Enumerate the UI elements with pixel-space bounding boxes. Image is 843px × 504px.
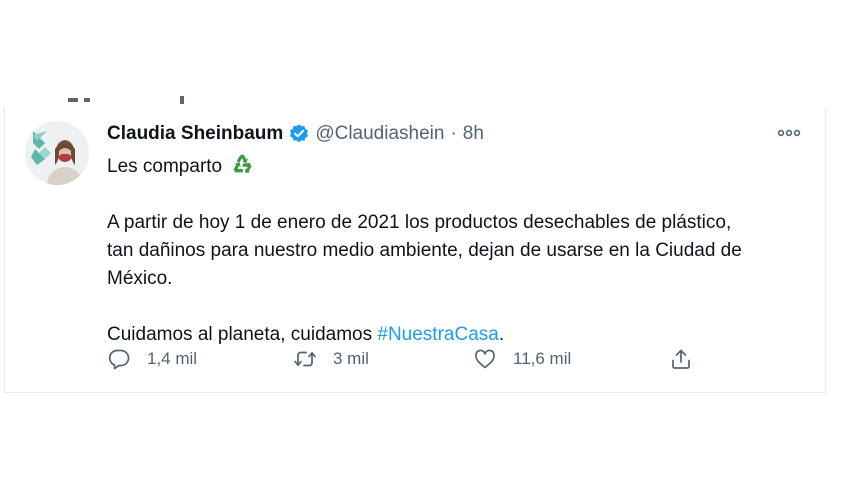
avatar-image (25, 121, 89, 185)
like-count: 11,6 mil (513, 349, 572, 368)
avatar[interactable] (25, 121, 89, 185)
heart-icon (475, 349, 495, 369)
retweet-button[interactable]: 3 mil (293, 344, 369, 374)
tweet-text-closing: Cuidamos al planeta, cuidamos (107, 324, 378, 345)
author-name[interactable]: Claudia Sheinbaum (107, 123, 283, 145)
tweet-text-line: Les comparto (107, 152, 807, 181)
reply-icon (108, 349, 130, 370)
recycle-icon (234, 154, 253, 174)
tweet-text-period: . (498, 324, 505, 345)
separator-dot: · (450, 123, 457, 144)
share-icon (672, 349, 690, 369)
share-button[interactable] (669, 344, 693, 374)
tweet-text-line: tan dañinos para nuestro medio ambiente,… (107, 240, 742, 261)
author-handle[interactable]: @Claudiashein (315, 123, 444, 145)
more-icon[interactable] (775, 122, 803, 144)
tweet-header: Claudia Sheinbaum @Claudiashein · 8h (107, 122, 484, 146)
hashtag-link[interactable]: #NuestraCasa (377, 324, 498, 345)
tweet-text-intro: Les comparto (107, 156, 223, 177)
like-button[interactable]: 11,6 mil (473, 344, 571, 374)
tweet-text: Les comparto A partir de hoy 1 de enero … (107, 152, 807, 349)
tweet-time[interactable]: 8h (463, 123, 484, 145)
reply-button[interactable]: 1,4 mil (107, 344, 197, 374)
tweet-card[interactable]: Claudia Sheinbaum @Claudiashein · 8h Les… (4, 108, 826, 393)
retweet-count: 3 mil (333, 349, 369, 368)
retweet-icon (294, 351, 316, 367)
tweet-actions: 1,4 mil 3 mil 11,6 mil (107, 344, 707, 374)
reply-count: 1,4 mil (147, 349, 198, 368)
tweet-text-line: México. (107, 268, 173, 289)
verified-badge-icon (290, 124, 309, 143)
screenshot-canvas: Claudia Sheinbaum @Claudiashein · 8h Les… (0, 0, 843, 504)
tweet-text-line: A partir de hoy 1 de enero de 2021 los p… (107, 212, 732, 233)
cropped-previous-tweet-edge (68, 96, 198, 106)
